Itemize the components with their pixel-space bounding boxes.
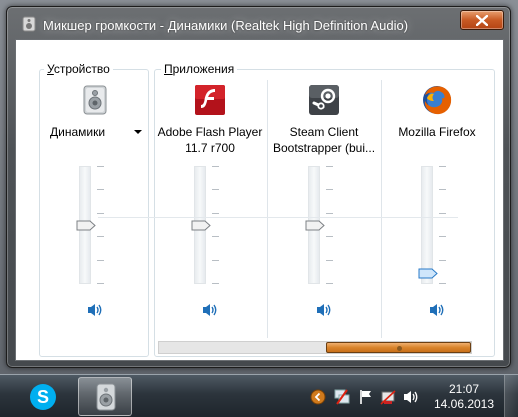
scrollbar-thumb[interactable] <box>326 342 471 353</box>
mixer-client-area: Устройство Динамики Приложения Adobe Fla… <box>15 39 504 361</box>
window-title: Микшер громкости - Динамики (Realtek Hig… <box>43 18 409 33</box>
volume-tick <box>439 260 446 261</box>
taskbar-skype-button[interactable]: S <box>16 377 70 416</box>
show-hidden-icons[interactable] <box>310 389 326 405</box>
taskbar-volume-mixer-button[interactable] <box>78 377 132 416</box>
device-volume-ticks <box>97 166 105 284</box>
steam-volume-thumb[interactable] <box>305 220 325 231</box>
device-dropdown-label: Динамики <box>50 125 106 139</box>
device-volume-thumb[interactable] <box>76 220 96 231</box>
firefox-icon <box>423 86 452 115</box>
volume-tick <box>439 283 446 284</box>
volume-tick <box>326 189 333 190</box>
network-icon[interactable] <box>334 389 350 405</box>
skype-icon: S <box>30 384 56 410</box>
speaker-icon <box>22 16 36 32</box>
steam-mute-speaker-icon[interactable] <box>315 302 333 318</box>
adobe-flash-icon <box>195 85 225 115</box>
action-center-flag-icon[interactable] <box>358 389 374 405</box>
volume-icon[interactable] <box>403 389 419 405</box>
adobe-flash-volume-ticks <box>212 166 220 284</box>
volume-tick <box>212 283 219 284</box>
chevron-down-icon <box>134 130 142 134</box>
taskbar-clock[interactable]: 21:07 14.06.2013 <box>432 382 496 412</box>
firefox-mute-speaker-icon[interactable] <box>428 302 446 318</box>
volume-tick <box>97 260 104 261</box>
app-channel-firefox: Mozilla Firefox <box>382 70 492 370</box>
volume-mixer-window: Микшер громкости - Динамики (Realtek Hig… <box>6 6 511 368</box>
volume-tick <box>439 236 446 237</box>
steam-icon <box>309 85 339 115</box>
app-label-adobe-flash: Adobe Flash Player 11.7 r700 <box>157 125 263 155</box>
speaker-device-icon[interactable] <box>79 84 111 116</box>
volume-tick <box>439 166 446 167</box>
volume-tick <box>326 236 333 237</box>
power-icon[interactable] <box>380 389 396 405</box>
close-icon <box>476 15 488 26</box>
volume-tick <box>212 213 219 214</box>
steam-volume-ticks <box>326 166 334 284</box>
app-label-steam: Steam Client Bootstrapper (bui... <box>272 125 376 155</box>
volume-tick <box>97 189 104 190</box>
volume-tick <box>212 260 219 261</box>
show-desktop-button[interactable] <box>504 375 518 417</box>
device-dropdown[interactable]: Динамики <box>50 124 142 142</box>
volume-tick <box>439 213 446 214</box>
applications-horizontal-scrollbar[interactable] <box>158 341 472 354</box>
volume-tick <box>212 166 219 167</box>
volume-tick <box>212 189 219 190</box>
firefox-volume-ticks <box>439 166 447 284</box>
firefox-volume-track[interactable] <box>421 166 433 284</box>
app-channel-adobe-flash: Adobe Flash Player 11.7 r700 <box>155 70 265 370</box>
volume-tick <box>97 213 104 214</box>
app-channel-steam: Steam Client Bootstrapper (bui... <box>269 70 379 370</box>
title-bar[interactable]: Микшер громкости - Динамики (Realtek Hig… <box>7 7 510 39</box>
volume-tick <box>326 166 333 167</box>
close-button[interactable] <box>460 10 504 30</box>
taskbar: S 21:07 14.06.2013 <box>0 374 518 417</box>
clock-time: 21:07 <box>448 382 480 396</box>
device-group: Устройство Динамики <box>39 62 149 357</box>
volume-tick <box>326 260 333 261</box>
volume-tick <box>97 283 104 284</box>
volume-tick <box>326 213 333 214</box>
adobe-flash-volume-thumb[interactable] <box>191 220 211 231</box>
device-channel: Динамики <box>40 70 150 370</box>
volume-tick <box>439 189 446 190</box>
scrollbar-grip-icon <box>396 346 402 351</box>
adobe-flash-mute-speaker-icon[interactable] <box>201 302 219 318</box>
master-level-line <box>98 217 458 218</box>
volume-mixer-icon <box>96 383 116 411</box>
volume-tick <box>212 236 219 237</box>
firefox-volume-thumb[interactable] <box>418 268 438 279</box>
svg-text:S: S <box>37 387 49 407</box>
volume-tick <box>97 236 104 237</box>
volume-tick <box>97 166 104 167</box>
channel-divider <box>267 80 268 338</box>
clock-date: 14.06.2013 <box>433 397 495 411</box>
device-mute-speaker-icon[interactable] <box>86 302 104 318</box>
volume-tick <box>326 283 333 284</box>
applications-group: Приложения Adobe Flash Player 11.7 r700 <box>154 62 495 357</box>
app-label-firefox: Mozilla Firefox <box>398 125 476 139</box>
